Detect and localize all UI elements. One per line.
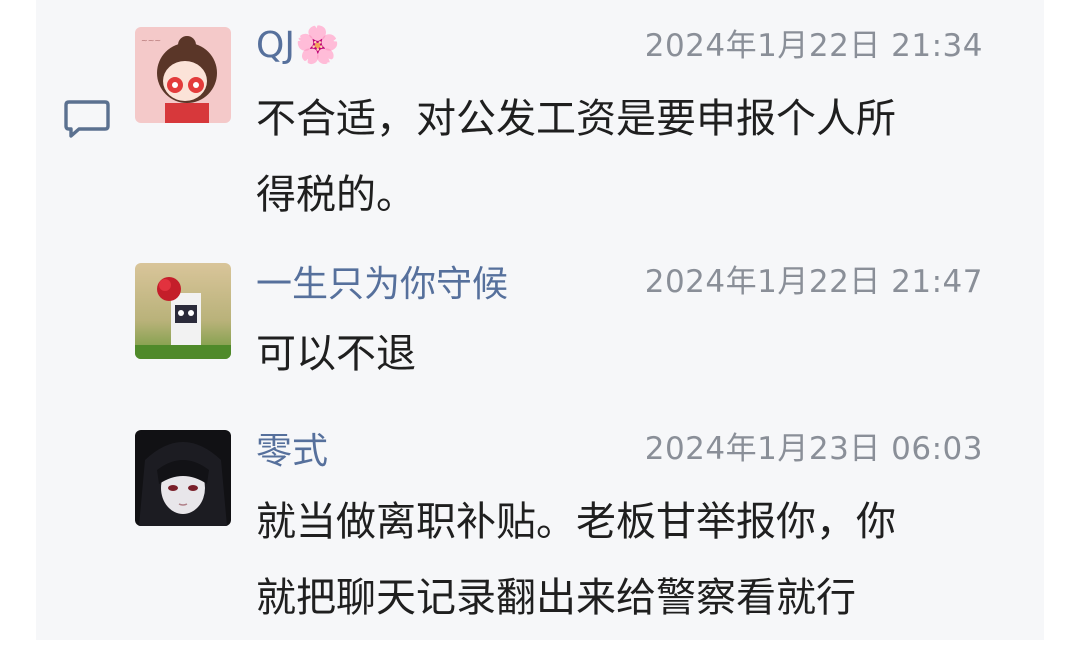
comment-bubble-icon[interactable] bbox=[63, 98, 111, 142]
comment-text: 不合适，对公发工资是要申报个人所 得税的。 bbox=[256, 81, 986, 233]
comment-author[interactable]: 零式 bbox=[256, 432, 328, 472]
comment-text-line: 得税的。 bbox=[256, 172, 416, 218]
comment-timestamp: 2024年1月22日 21:47 bbox=[644, 264, 983, 300]
svg-text:~~~: ~~~ bbox=[141, 36, 161, 45]
comment-text-line: 就把聊天记录翻出来给警察看就行 bbox=[256, 575, 856, 621]
comment-author[interactable]: QJ🌸 bbox=[256, 26, 340, 66]
comment-author[interactable]: 一生只为你守候 bbox=[256, 265, 508, 305]
comment-timestamp: 2024年1月22日 21:34 bbox=[644, 28, 983, 64]
comment-timestamp: 2024年1月23日 06:03 bbox=[644, 431, 983, 467]
avatar[interactable] bbox=[135, 263, 231, 359]
comment-text-line: 就当做离职补贴。老板甘举报你，你 bbox=[256, 499, 896, 545]
avatar[interactable] bbox=[135, 430, 231, 526]
comment-text: 可以不退 bbox=[256, 316, 986, 392]
comment-text: 就当做离职补贴。老板甘举报你，你 就把聊天记录翻出来给警察看就行 bbox=[256, 484, 986, 636]
comment-text-line: 可以不退 bbox=[256, 331, 416, 377]
avatar[interactable]: ~~~ bbox=[135, 27, 231, 123]
comment-text-line: 不合适，对公发工资是要申报个人所 bbox=[256, 96, 896, 142]
